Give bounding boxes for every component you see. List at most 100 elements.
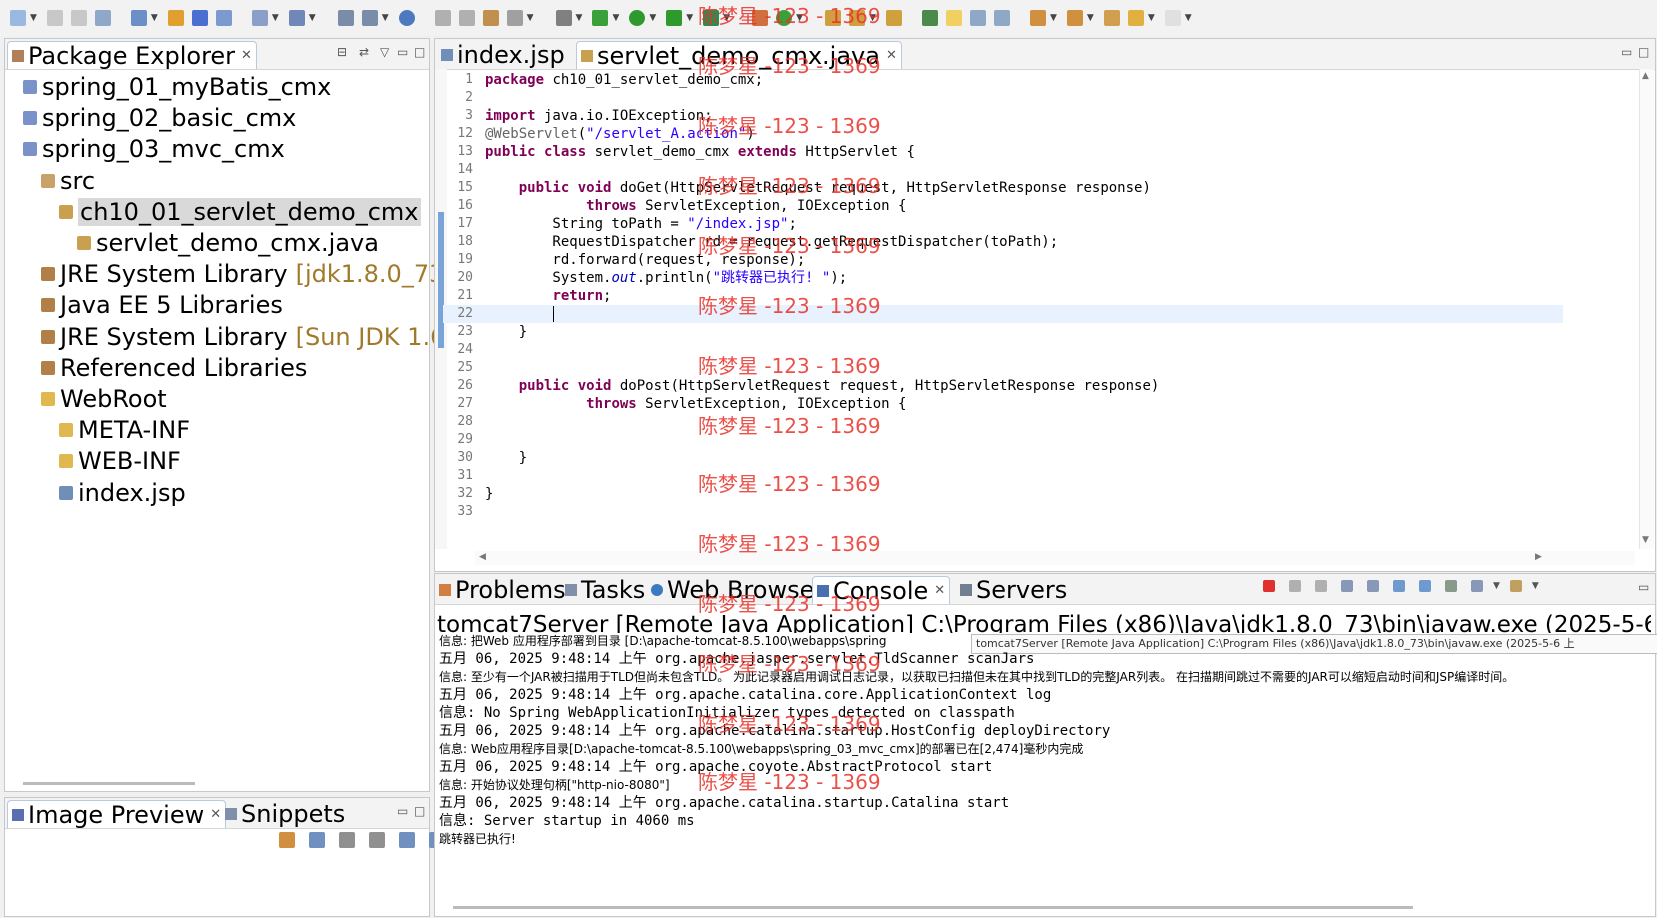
horizontal-scrollbar[interactable] (23, 782, 195, 785)
save-icon[interactable] (46, 10, 63, 26)
actual-size-icon[interactable] (399, 832, 415, 848)
minimize-icon[interactable]: ▭ (1621, 45, 1632, 59)
console-output[interactable]: 信息: 把Web 应用程序部署到目录 [D:\apache-tomcat-8.5… (435, 632, 1653, 892)
chevron-down-icon[interactable]: ▼ (151, 13, 158, 23)
chevron-down-icon[interactable]: ▼ (649, 13, 656, 23)
tab-tasks[interactable]: Tasks (561, 576, 649, 604)
zoom-out-icon[interactable] (339, 832, 355, 848)
fit-image-icon[interactable] (309, 832, 325, 848)
chevron-down-icon[interactable]: ▼ (686, 13, 693, 23)
show-whitespace-icon[interactable] (993, 10, 1010, 26)
tree-item[interactable]: WEB-INF (59, 446, 181, 476)
debug-icon[interactable] (592, 10, 609, 26)
import-icon[interactable] (337, 10, 354, 26)
close-icon[interactable]: ✕ (241, 48, 252, 63)
tree-item[interactable]: Java EE 5 Libraries (41, 290, 283, 320)
chevron-down-icon[interactable]: ▼ (309, 13, 316, 23)
scroll-up-icon[interactable]: ▲ (1642, 71, 1649, 81)
save-all-icon[interactable] (70, 10, 87, 26)
vertical-scrollbar[interactable]: ▲ ▼ (1639, 69, 1654, 549)
wizard-icon[interactable] (130, 10, 147, 26)
tree-item[interactable]: JRE System Library [jdk1.8.0_73] (41, 259, 454, 289)
tree-item[interactable]: index.jsp (59, 478, 186, 508)
tree-item[interactable]: spring_02_basic_cmx (23, 103, 296, 133)
minimize-icon[interactable]: ▭ (397, 804, 408, 818)
clear-console-icon[interactable] (1341, 580, 1353, 592)
refresh-icon[interactable] (458, 10, 475, 26)
scroll-down-icon[interactable]: ▼ (1642, 535, 1649, 545)
word-wrap-icon[interactable] (1393, 580, 1405, 592)
tab-package-explorer[interactable]: Package Explorer ✕ (7, 41, 257, 70)
next-annotation-icon[interactable] (1029, 10, 1046, 26)
maximize-icon[interactable]: □ (1638, 45, 1649, 59)
block-select-icon[interactable] (969, 10, 986, 26)
code-editor[interactable]: 1 package ch10_01_servlet_demo_cmx; 2 3 impo… (443, 71, 1633, 549)
tab-servers[interactable]: Servers (956, 576, 1071, 604)
tree-item[interactable]: src (41, 166, 95, 196)
deploy-icon[interactable] (191, 10, 208, 26)
minimize-icon[interactable]: ▭ (1638, 580, 1649, 594)
package-icon[interactable] (167, 10, 184, 26)
close-icon[interactable]: ✕ (886, 48, 897, 63)
open-console-icon[interactable] (1509, 580, 1522, 592)
scroll-lock-icon[interactable] (1367, 580, 1379, 592)
minimize-icon[interactable]: ▭ (397, 45, 408, 59)
link-editor-icon[interactable]: ⇄ (359, 45, 369, 59)
remove-launch-icon[interactable] (1289, 580, 1301, 592)
tree-item[interactable]: ch10_01_servlet_demo_cmx (59, 197, 421, 227)
sync-icon[interactable] (279, 832, 295, 848)
chevron-down-icon[interactable]: ▼ (1148, 13, 1155, 23)
tab-index-jsp[interactable]: index.jsp (437, 41, 569, 69)
chevron-down-icon[interactable]: ▼ (1087, 13, 1094, 23)
forward-icon[interactable] (1164, 10, 1181, 26)
zoom-in-icon[interactable] (369, 832, 385, 848)
chevron-down-icon[interactable]: ▼ (1532, 581, 1539, 591)
browser-icon[interactable] (251, 10, 268, 26)
monitor-icon[interactable] (506, 10, 523, 26)
chevron-down-icon[interactable]: ▼ (1050, 13, 1057, 23)
terminate-icon[interactable] (1263, 580, 1275, 592)
run-config-icon[interactable] (482, 10, 499, 26)
print-icon[interactable] (94, 10, 111, 26)
tab-problems[interactable]: Problems (435, 576, 570, 604)
search-icon[interactable] (288, 10, 305, 26)
horizontal-scrollbar[interactable] (453, 906, 1413, 909)
server-icon[interactable] (215, 10, 232, 26)
chevron-down-icon[interactable]: ▼ (382, 13, 389, 23)
display-console-icon[interactable] (1471, 580, 1483, 592)
horizontal-scrollbar[interactable]: ◀ ▶ (475, 551, 1635, 565)
camera-icon[interactable] (555, 10, 572, 26)
external-tools-icon[interactable] (434, 10, 451, 26)
collapse-all-icon[interactable]: ⊟ (337, 45, 347, 59)
scroll-right-icon[interactable]: ▶ (1535, 552, 1542, 562)
close-icon[interactable]: ✕ (210, 807, 221, 822)
show-console-icon[interactable] (1419, 580, 1431, 592)
tree-item[interactable]: WebRoot (41, 384, 167, 414)
tree-item[interactable]: META-INF (59, 415, 190, 445)
tab-snippets[interactable]: Snippets (221, 800, 349, 828)
prev-annotation-icon[interactable] (1066, 10, 1083, 26)
globe-icon[interactable] (398, 10, 415, 26)
new-icon[interactable] (10, 10, 26, 26)
scroll-left-icon[interactable]: ◀ (479, 552, 486, 562)
tree-item[interactable]: spring_01_myBatis_cmx (23, 72, 331, 102)
chevron-down-icon[interactable]: ▼ (527, 13, 534, 23)
run-icon[interactable] (629, 10, 646, 26)
toggle-breadcrumb-icon[interactable] (921, 10, 938, 26)
maximize-icon[interactable]: □ (414, 804, 425, 818)
close-icon[interactable]: ✕ (934, 583, 945, 598)
export-icon[interactable] (361, 10, 378, 26)
remove-all-icon[interactable] (1315, 580, 1327, 592)
mark-occurrences-icon[interactable] (945, 10, 962, 26)
chevron-down-icon[interactable]: ▼ (272, 13, 279, 23)
back-icon[interactable] (1127, 10, 1144, 26)
view-menu-icon[interactable]: ▽ (380, 45, 389, 59)
open-folder-icon[interactable] (885, 10, 902, 26)
tree-item[interactable]: JRE System Library [Sun JDK 1.6.0_ (41, 322, 480, 352)
tree-item[interactable]: spring_03_mvc_cmx (23, 134, 285, 164)
pin-console-icon[interactable] (1445, 580, 1457, 592)
tree-item[interactable]: servlet_demo_cmx.java (77, 228, 379, 258)
chevron-down-icon[interactable]: ▼ (30, 13, 37, 23)
maximize-icon[interactable]: □ (414, 45, 425, 59)
tree-item[interactable]: Referenced Libraries (41, 353, 307, 383)
